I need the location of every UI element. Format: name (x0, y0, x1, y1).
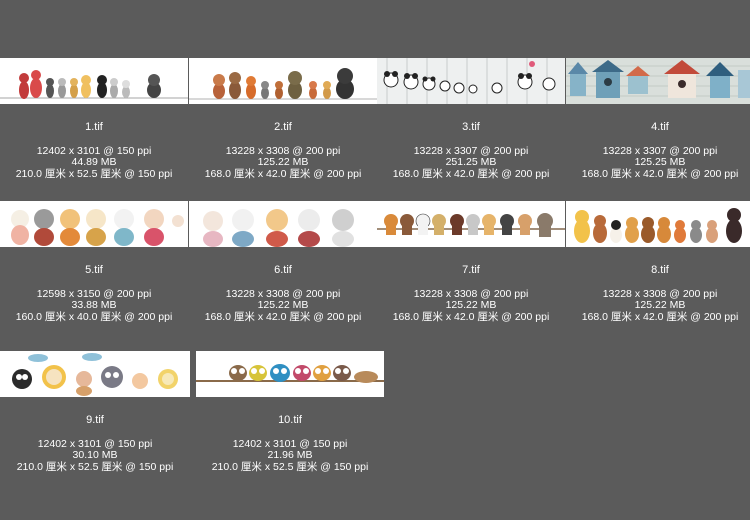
file-physical-size: 168.0 厘米 x 42.0 厘米 @ 200 ppi (392, 167, 550, 180)
thumbnail-cats-portraits[interactable] (189, 201, 377, 247)
thumbnail-forest-animals[interactable] (189, 58, 377, 104)
thumbnail-owls-branch[interactable] (196, 351, 384, 397)
file-item-8[interactable]: 8.tif 13228 x 3308 @ 200 ppi 125.22 MB 1… (566, 201, 750, 323)
file-name: 7.tif (462, 264, 480, 276)
file-size: 21.96 MB (267, 449, 313, 461)
file-name: 10.tif (278, 414, 302, 426)
file-item-3[interactable]: 3.tif 13228 x 3307 @ 200 ppi 251.25 MB 1… (377, 58, 565, 180)
file-size: 125.22 MB (257, 299, 309, 311)
thumbnail-birdhouses[interactable] (566, 58, 750, 104)
file-physical-size: 210.0 厘米 x 52.5 厘米 @ 150 ppi (211, 460, 369, 473)
file-physical-size: 210.0 厘米 x 52.5 厘米 @ 150 ppi (15, 167, 173, 180)
file-item-6[interactable]: 6.tif 13228 x 3308 @ 200 ppi 125.22 MB 1… (189, 201, 377, 323)
thumbnail-dogs-rope[interactable] (377, 201, 565, 247)
thumbnail-lucky-cats[interactable] (0, 201, 188, 247)
thumbnail-dogs-lineup[interactable] (566, 201, 750, 247)
file-item-7[interactable]: 7.tif 13228 x 3308 @ 200 ppi 125.22 MB 1… (377, 201, 565, 323)
file-size: 44.89 MB (71, 156, 117, 168)
file-item-9[interactable]: 9.tif 12402 x 3101 @ 150 ppi 30.10 MB 21… (0, 351, 190, 473)
file-name: 1.tif (85, 121, 103, 133)
file-size: 125.25 MB (634, 156, 686, 168)
file-size: 251.25 MB (445, 156, 497, 168)
file-item-4[interactable]: 4.tif 13228 x 3307 @ 200 ppi 125.25 MB 1… (566, 58, 750, 180)
file-name: 4.tif (651, 121, 669, 133)
file-physical-size: 168.0 厘米 x 42.0 厘米 @ 200 ppi (204, 310, 362, 323)
file-name: 5.tif (85, 264, 103, 276)
file-name: 8.tif (651, 264, 669, 276)
file-size: 30.10 MB (72, 449, 118, 461)
file-physical-size: 160.0 厘米 x 40.0 厘米 @ 200 ppi (15, 310, 173, 323)
file-physical-size: 210.0 厘米 x 52.5 厘米 @ 150 ppi (16, 460, 174, 473)
file-physical-size: 168.0 厘米 x 42.0 厘米 @ 200 ppi (204, 167, 362, 180)
thumbnail-cartoon-cats-sky[interactable] (0, 351, 190, 397)
file-item-1[interactable]: 1.tif 12402 x 3101 @ 150 ppi 44.89 MB 21… (0, 58, 188, 180)
file-physical-size: 168.0 厘米 x 42.0 厘米 @ 200 ppi (581, 167, 739, 180)
file-name: 2.tif (274, 121, 292, 133)
file-item-2[interactable]: 2.tif 13228 x 3308 @ 200 ppi 125.22 MB 1… (189, 58, 377, 180)
file-size: 33.88 MB (71, 299, 117, 311)
thumbnail-cats-line[interactable] (0, 58, 188, 104)
file-name: 9.tif (86, 414, 104, 426)
file-size: 125.22 MB (445, 299, 497, 311)
file-size: 125.22 MB (634, 299, 686, 311)
thumbnail-pandas-fence[interactable] (377, 58, 565, 104)
file-name: 6.tif (274, 264, 292, 276)
file-physical-size: 168.0 厘米 x 42.0 厘米 @ 200 ppi (392, 310, 550, 323)
file-item-5[interactable]: 5.tif 12598 x 3150 @ 200 ppi 33.88 MB 16… (0, 201, 188, 323)
file-name: 3.tif (462, 121, 480, 133)
file-size: 125.22 MB (257, 156, 309, 168)
file-grid: 1.tif 12402 x 3101 @ 150 ppi 44.89 MB 21… (0, 0, 750, 520)
file-item-10[interactable]: 10.tif 12402 x 3101 @ 150 ppi 21.96 MB 2… (196, 351, 384, 473)
file-physical-size: 168.0 厘米 x 42.0 厘米 @ 200 ppi (581, 310, 739, 323)
